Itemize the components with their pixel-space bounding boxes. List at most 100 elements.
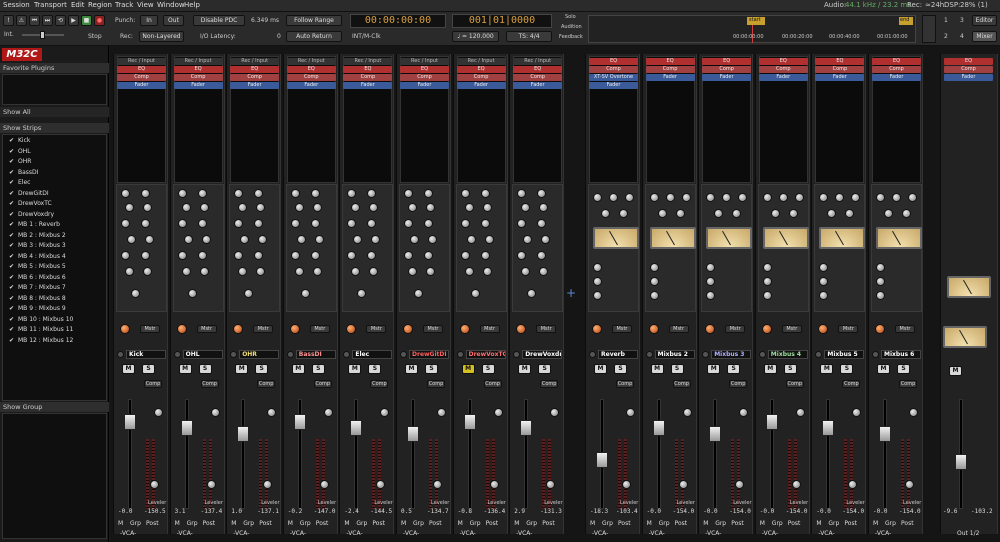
mstr-button[interactable]: Mstr [479, 325, 500, 333]
vca-button[interactable]: -VCA- [705, 530, 721, 537]
checkbox-icon[interactable]: ✔ [9, 241, 18, 251]
fader-handle[interactable] [407, 426, 419, 442]
strip-name-button[interactable]: OHR [239, 350, 280, 359]
mute-button[interactable]: M [763, 364, 777, 374]
comp-button[interactable]: Comp [370, 380, 389, 388]
fader-track[interactable] [713, 399, 718, 509]
menu-window[interactable]: Window [157, 1, 185, 9]
fader-handle[interactable] [237, 426, 250, 442]
strip-list-item[interactable]: ✔ OHR [2, 157, 31, 167]
post-button[interactable]: Post [486, 520, 499, 527]
solo-button[interactable]: S [727, 364, 741, 374]
checkbox-icon[interactable]: ✔ [9, 283, 18, 293]
eq-knob[interactable] [310, 189, 320, 198]
vca-button[interactable]: -VCA- [403, 530, 419, 537]
eq-knob[interactable] [199, 203, 209, 212]
vca-button[interactable]: -VCA- [290, 530, 306, 537]
eq-knob[interactable] [480, 251, 490, 260]
checkbox-icon[interactable]: ✔ [9, 315, 18, 325]
eq-knob[interactable] [121, 251, 130, 260]
play-icon[interactable]: ▶ [68, 15, 79, 26]
mute-button[interactable]: M [650, 364, 664, 374]
checkbox-icon[interactable]: ✔ [9, 178, 18, 188]
eq-knob[interactable] [517, 189, 527, 198]
eq-knob[interactable] [482, 267, 492, 276]
strip-name-button[interactable]: Mixbus 5 [824, 350, 865, 359]
strip-name-button[interactable]: DrewVoxdry [522, 350, 563, 359]
eq-knob[interactable] [369, 267, 379, 276]
eq-knob[interactable] [794, 193, 804, 202]
master-output-button[interactable]: Out 1/2 [957, 530, 979, 537]
gain-knob[interactable] [909, 408, 918, 417]
gain-value[interactable]: -0.2 [288, 508, 302, 515]
eq-knob[interactable] [312, 203, 322, 212]
vca-button[interactable]: -VCA- [516, 530, 532, 537]
show-all-select[interactable]: Show All [0, 107, 109, 117]
leveler-knob[interactable] [206, 480, 216, 489]
gain-knob[interactable] [795, 408, 805, 417]
leveler-knob[interactable] [319, 480, 329, 489]
solo-indicator[interactable]: Solo [565, 14, 576, 20]
leveler-knob[interactable] [150, 480, 159, 489]
input-trim-knob[interactable] [705, 324, 716, 334]
eq-knob[interactable] [141, 219, 150, 228]
send-knob[interactable] [762, 277, 772, 286]
eq-knob[interactable] [460, 219, 470, 228]
strip-list-item[interactable]: ✔ MB 1 : Reverb [2, 220, 60, 230]
group-list[interactable] [2, 413, 107, 539]
loop-icon[interactable]: ⟲ [55, 15, 66, 26]
eq-plugin[interactable]: EQ [702, 58, 752, 65]
start-marker[interactable]: start [747, 17, 765, 25]
fader-plugin[interactable]: Fader [589, 82, 638, 89]
eq-knob[interactable] [290, 189, 300, 198]
eq-knob[interactable] [480, 189, 490, 198]
leveler-knob[interactable] [791, 480, 801, 489]
comp-button[interactable]: Comp [729, 380, 748, 388]
eq-knob[interactable] [234, 219, 244, 228]
fader-track[interactable] [354, 399, 359, 509]
mute-auto-button[interactable]: M [175, 520, 180, 527]
eq-knob[interactable] [738, 193, 748, 202]
post-button[interactable]: Post [372, 520, 385, 527]
checkbox-icon[interactable]: ✔ [9, 252, 18, 262]
eq-knob[interactable] [367, 251, 377, 260]
eq-knob[interactable] [517, 251, 527, 260]
eq-knob[interactable] [351, 267, 361, 276]
eq-plugin[interactable]: EQ [589, 58, 638, 65]
eq-knob[interactable] [310, 219, 320, 228]
send-knob[interactable] [762, 291, 772, 300]
input-trim-knob[interactable] [648, 324, 659, 334]
vca-button[interactable]: -VCA- [346, 530, 362, 537]
eq-knob[interactable] [466, 235, 476, 244]
post-button[interactable]: Post [618, 520, 631, 527]
mute-button[interactable]: M [594, 364, 607, 374]
strip-name-button[interactable]: Kick [126, 350, 166, 359]
send-knob[interactable] [593, 263, 602, 272]
eq-knob[interactable] [541, 235, 551, 244]
checkbox-icon[interactable]: ✔ [9, 262, 18, 272]
fader-handle[interactable] [463, 414, 476, 430]
strip-name-button[interactable]: BassDI [295, 350, 336, 359]
fader-plugin[interactable]: Fader [758, 74, 808, 81]
eq-plugin[interactable]: EQ [872, 58, 921, 65]
eq-knob[interactable] [480, 219, 490, 228]
mute-button[interactable]: M [291, 364, 305, 374]
group-button[interactable]: Grp [715, 520, 726, 527]
menu-session[interactable]: Session [3, 1, 30, 9]
comp-plugin[interactable]: Comp [589, 66, 638, 73]
eq-knob[interactable] [426, 267, 435, 276]
comp-button[interactable]: Comp [144, 380, 162, 388]
eq-knob[interactable] [908, 193, 917, 202]
eq-knob[interactable] [539, 203, 549, 212]
group-button[interactable]: Grp [885, 520, 896, 527]
eq-knob[interactable] [312, 267, 322, 276]
fader-handle[interactable] [765, 414, 778, 430]
send-knob[interactable] [649, 291, 659, 300]
eq-knob[interactable] [601, 209, 610, 218]
eq-knob[interactable] [238, 203, 248, 212]
checkbox-icon[interactable]: ✔ [9, 136, 18, 146]
gain-knob[interactable] [626, 408, 635, 417]
group-button[interactable]: Grp [772, 520, 783, 527]
mute-button[interactable]: M [461, 364, 475, 374]
leveler-knob[interactable] [489, 480, 499, 489]
